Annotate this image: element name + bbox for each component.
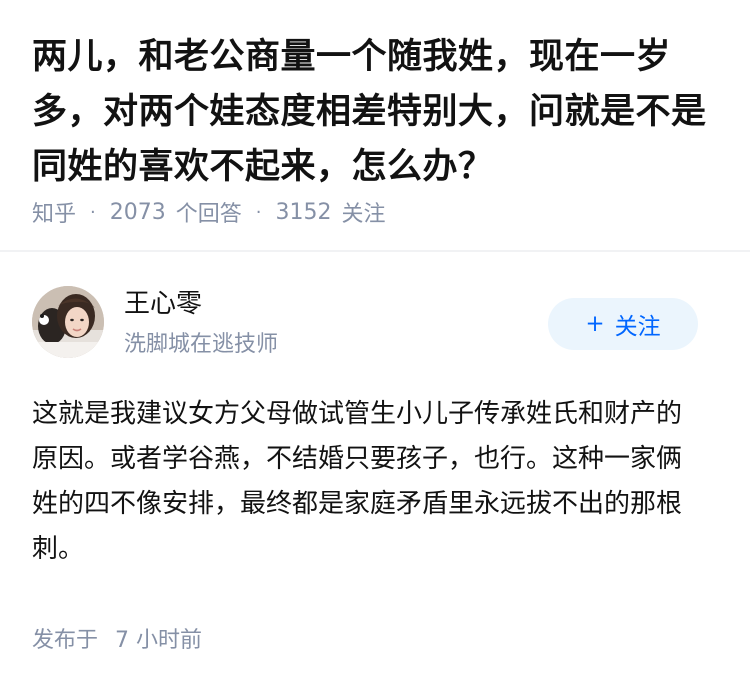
question-meta: 知乎 · 2073 个回答 · 3152 关注 — [32, 196, 386, 228]
publish-time: 7 小时前 — [115, 628, 203, 653]
question-header: 两儿，和老公商量一个随我姓，现在一岁多，对两个娃态度相差特别大，问就是不是同姓的… — [0, 0, 750, 250]
question-title[interactable]: 两儿，和老公商量一个随我姓，现在一岁多，对两个娃态度相差特别大，问就是不是同姓的… — [32, 30, 718, 195]
answer-timestamp: 发布于 7 小时前 — [32, 622, 718, 654]
author-name[interactable]: 王心零 — [124, 286, 202, 322]
follow-count[interactable]: 3152 — [276, 200, 332, 225]
publish-label: 发布于 — [32, 628, 99, 653]
follow-button[interactable]: + 关注 — [548, 298, 698, 350]
source-label[interactable]: 知乎 — [32, 196, 76, 228]
answer-card: 王心零 洗脚城在逃技师 + 关注 这就是我建议女方父母做试管生小儿子传承姓氏和财… — [0, 252, 750, 654]
avatar-image — [32, 286, 104, 358]
author-row: 王心零 洗脚城在逃技师 + 关注 — [32, 252, 718, 368]
follow-button-label: 关注 — [614, 314, 661, 340]
meta-separator: · — [255, 201, 262, 223]
plus-icon: + — [585, 311, 605, 337]
answer-content[interactable]: 这就是我建议女方父母做试管生小儿子传承姓氏和财产的原因。或者学谷燕，不结婚只要孩… — [32, 392, 702, 572]
answer-count[interactable]: 2073 — [110, 200, 166, 225]
avatar[interactable] — [32, 286, 104, 358]
answer-count-unit[interactable]: 个回答 — [176, 196, 242, 228]
meta-separator: · — [90, 201, 96, 223]
author-bio: 洗脚城在逃技师 — [124, 332, 279, 357]
follow-count-unit[interactable]: 关注 — [342, 196, 386, 228]
